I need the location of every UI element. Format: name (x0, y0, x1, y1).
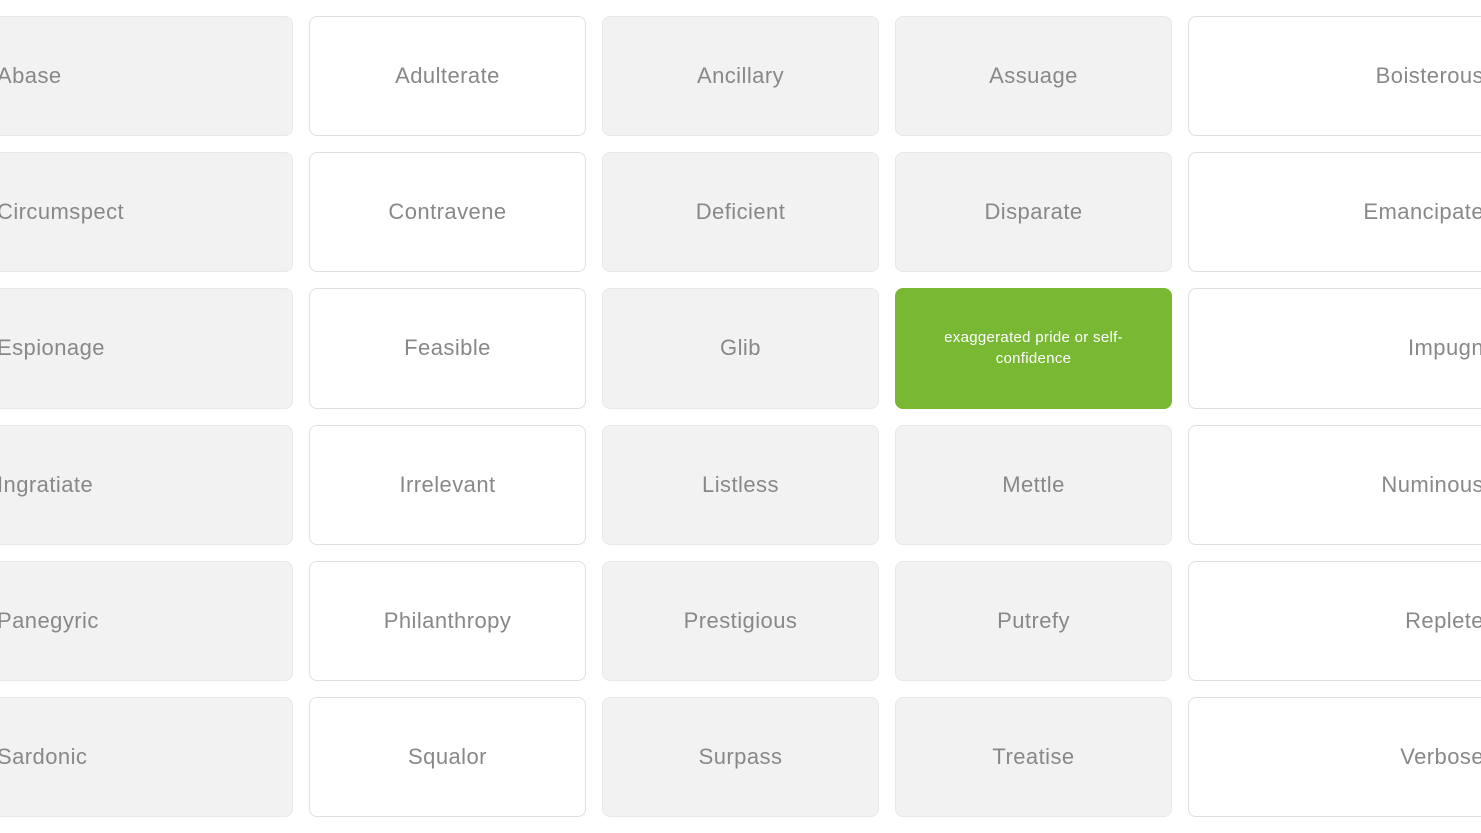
vocab-card-r3c4[interactable]: Numinous (1188, 425, 1481, 545)
vocab-card-r3c0[interactable]: Ingratiate (0, 425, 293, 545)
vocab-card-r0c0[interactable]: Abase (0, 16, 293, 136)
vocab-card-label: Mettle (1002, 472, 1065, 498)
vocab-card-r3c3[interactable]: Mettle (895, 425, 1172, 545)
vocab-card-r3c1[interactable]: Irrelevant (309, 425, 586, 545)
vocab-card-r4c2[interactable]: Prestigious (602, 561, 879, 681)
vocab-card-label: Impugn (1408, 335, 1481, 361)
vocab-card-label: Feasible (404, 335, 491, 361)
vocab-card-label: Ancillary (697, 63, 784, 89)
vocab-card-label: Adulterate (395, 63, 500, 89)
vocab-card-label: Ingratiate (0, 472, 93, 498)
vocab-card-label: Boisterous (1376, 63, 1481, 89)
vocab-card-r1c0[interactable]: Circumspect (0, 152, 293, 272)
vocab-card-label: Listless (702, 472, 779, 498)
vocab-card-label: Replete (1405, 608, 1481, 634)
vocab-card-label: Surpass (699, 744, 783, 770)
vocab-card-r2c2[interactable]: Glib (602, 288, 879, 408)
vocab-card-r0c4[interactable]: Boisterous (1188, 16, 1481, 136)
vocab-card-label: exaggerated pride or self-confidence (911, 327, 1156, 369)
vocab-card-label: Emancipate (1363, 199, 1481, 225)
vocab-card-r0c2[interactable]: Ancillary (602, 16, 879, 136)
vocab-card-label: Glib (720, 335, 761, 361)
vocab-card-r4c0[interactable]: Panegyric (0, 561, 293, 681)
vocab-card-r1c4[interactable]: Emancipate (1188, 152, 1481, 272)
vocab-card-r1c1[interactable]: Contravene (309, 152, 586, 272)
vocab-card-r2c1[interactable]: Feasible (309, 288, 586, 408)
vocab-card-label: Numinous (1381, 472, 1481, 498)
vocab-card-label: Irrelevant (399, 472, 495, 498)
vocab-card-label: Philanthropy (384, 608, 512, 634)
vocab-card-label: Deficient (696, 199, 786, 225)
vocab-card-label: Verbose (1400, 744, 1481, 770)
vocab-card-label: Disparate (984, 199, 1082, 225)
vocab-card-label: Panegyric (0, 608, 99, 634)
vocab-card-r1c2[interactable]: Deficient (602, 152, 879, 272)
vocab-card-r2c0[interactable]: Espionage (0, 288, 293, 408)
vocab-card-r5c1[interactable]: Squalor (309, 697, 586, 817)
vocab-card-r3c2[interactable]: Listless (602, 425, 879, 545)
vocab-card-r4c3[interactable]: Putrefy (895, 561, 1172, 681)
vocab-card-label: Prestigious (684, 608, 798, 634)
vocab-card-label: Abase (0, 63, 62, 89)
vocab-card-label: Espionage (0, 335, 105, 361)
vocab-card-r5c4[interactable]: Verbose (1188, 697, 1481, 817)
vocab-card-label: Treatise (992, 744, 1074, 770)
vocab-card-label: Circumspect (0, 199, 124, 225)
vocab-card-r4c4[interactable]: Replete (1188, 561, 1481, 681)
vocab-card-r5c2[interactable]: Surpass (602, 697, 879, 817)
vocab-card-r5c0[interactable]: Sardonic (0, 697, 293, 817)
vocab-card-label: Squalor (408, 744, 487, 770)
vocab-card-r2c3[interactable]: exaggerated pride or self-confidence (895, 288, 1172, 408)
vocab-card-label: Sardonic (0, 744, 87, 770)
vocab-card-label: Contravene (388, 199, 506, 225)
vocab-card-label: Assuage (989, 63, 1078, 89)
vocab-card-r0c3[interactable]: Assuage (895, 16, 1172, 136)
vocab-card-r1c3[interactable]: Disparate (895, 152, 1172, 272)
vocabulary-grid: Abase Adulterate Ancillary Assuage Boisterou… (0, 0, 1481, 833)
vocab-card-r0c1[interactable]: Adulterate (309, 16, 586, 136)
vocab-card-r4c1[interactable]: Philanthropy (309, 561, 586, 681)
vocab-card-r2c4[interactable]: Impugn (1188, 288, 1481, 408)
vocab-card-r5c3[interactable]: Treatise (895, 697, 1172, 817)
vocab-card-label: Putrefy (997, 608, 1070, 634)
